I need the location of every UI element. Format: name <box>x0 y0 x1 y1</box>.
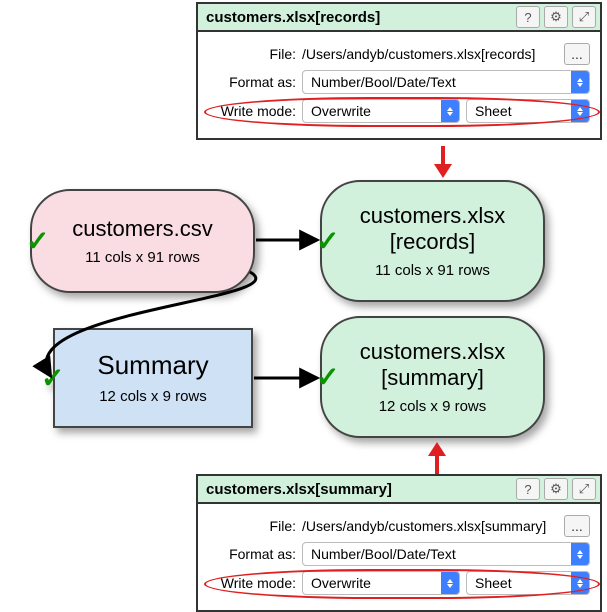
format-label: Format as: <box>208 74 296 90</box>
arrow-down-icon <box>434 164 452 178</box>
file-row: File: /Users/andyb/customers.xlsx[summar… <box>208 515 590 537</box>
help-icon[interactable]: ? <box>516 6 540 28</box>
check-icon: ✓ <box>41 362 64 395</box>
format-label: Format as: <box>208 546 296 562</box>
chevron-updown-icon <box>441 572 459 594</box>
write-mode-label: Write mode: <box>208 103 296 119</box>
check-icon: ✓ <box>316 225 339 258</box>
node-subtitle: 12 cols x 9 rows <box>379 398 487 415</box>
write-mode-select[interactable]: Overwrite <box>302 99 460 123</box>
panel-body: File: /Users/andyb/customers.xlsx[summar… <box>198 504 600 610</box>
file-label: File: <box>208 518 296 534</box>
write-target-select[interactable]: Sheet <box>466 99 590 123</box>
node-summary[interactable]: ✓ Summary 12 cols x 9 rows <box>53 328 253 428</box>
write-mode-label: Write mode: <box>208 575 296 591</box>
browse-button[interactable]: ... <box>564 43 590 65</box>
node-title: customers.xlsx [records] <box>360 203 505 254</box>
format-row: Format as: Number/Bool/Date/Text <box>208 70 590 94</box>
node-title: Summary <box>97 351 208 381</box>
panel-title: customers.xlsx[summary] <box>202 481 512 498</box>
check-icon: ✓ <box>26 225 49 258</box>
panel-body: File: /Users/andyb/customers.xlsx[record… <box>198 32 600 138</box>
write-mode-value: Overwrite <box>303 103 441 119</box>
format-select[interactable]: Number/Bool/Date/Text <box>302 70 590 94</box>
chevron-updown-icon <box>441 100 459 122</box>
node-subtitle: 11 cols x 91 rows <box>375 262 490 279</box>
node-title: customers.csv <box>72 216 213 241</box>
write-target-value: Sheet <box>467 575 571 591</box>
file-row: File: /Users/andyb/customers.xlsx[record… <box>208 43 590 65</box>
expand-icon[interactable]: ⤢ <box>572 6 596 28</box>
file-path: /Users/andyb/customers.xlsx[records] <box>302 46 558 62</box>
chevron-updown-icon <box>571 543 589 565</box>
panel-titlebar: customers.xlsx[records] ? ⚙ ⤢ <box>198 4 600 32</box>
file-path: /Users/andyb/customers.xlsx[summary] <box>302 518 558 534</box>
panel-title: customers.xlsx[records] <box>202 9 512 26</box>
format-value: Number/Bool/Date/Text <box>303 546 571 562</box>
gear-icon[interactable]: ⚙ <box>544 478 568 500</box>
panel-titlebar: customers.xlsx[summary] ? ⚙ ⤢ <box>198 476 600 504</box>
write-target-value: Sheet <box>467 103 571 119</box>
node-subtitle: 12 cols x 9 rows <box>99 388 207 405</box>
node-customers-xlsx-records[interactable]: ✓ customers.xlsx [records] 11 cols x 91 … <box>320 180 545 302</box>
write-target-select[interactable]: Sheet <box>466 571 590 595</box>
format-row: Format as: Number/Bool/Date/Text <box>208 542 590 566</box>
expand-icon[interactable]: ⤢ <box>572 478 596 500</box>
chevron-updown-icon <box>571 100 589 122</box>
format-select[interactable]: Number/Bool/Date/Text <box>302 542 590 566</box>
chevron-updown-icon <box>571 572 589 594</box>
browse-button[interactable]: ... <box>564 515 590 537</box>
gear-icon[interactable]: ⚙ <box>544 6 568 28</box>
arrow-up-icon <box>428 442 446 456</box>
config-panel-summary: customers.xlsx[summary] ? ⚙ ⤢ File: /Use… <box>196 474 602 612</box>
write-mode-value: Overwrite <box>303 575 441 591</box>
node-subtitle: 11 cols x 91 rows <box>85 249 200 266</box>
node-customers-xlsx-summary[interactable]: ✓ customers.xlsx [summary] 12 cols x 9 r… <box>320 316 545 438</box>
node-customers-csv[interactable]: ✓ customers.csv 11 cols x 91 rows <box>30 189 255 293</box>
write-mode-row: Write mode: Overwrite Sheet <box>208 99 590 123</box>
write-mode-select[interactable]: Overwrite <box>302 571 460 595</box>
format-value: Number/Bool/Date/Text <box>303 74 571 90</box>
check-icon: ✓ <box>316 361 339 394</box>
help-icon[interactable]: ? <box>516 478 540 500</box>
file-label: File: <box>208 46 296 62</box>
config-panel-records: customers.xlsx[records] ? ⚙ ⤢ File: /Use… <box>196 2 602 140</box>
write-mode-row: Write mode: Overwrite Sheet <box>208 571 590 595</box>
chevron-updown-icon <box>571 71 589 93</box>
node-title: customers.xlsx [summary] <box>360 339 505 390</box>
